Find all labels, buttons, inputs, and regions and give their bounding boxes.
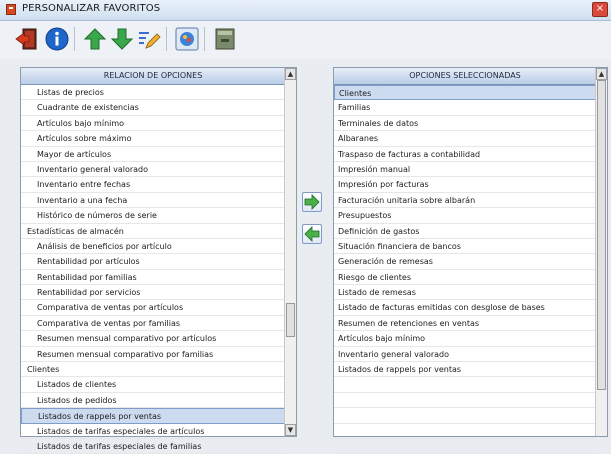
paint-settings-icon: [175, 27, 199, 51]
options-list-panel: RELACION DE OPCIONES Listas de precios Cu…: [20, 67, 297, 454]
list-item[interactable]: Estadísticas de almacén: [21, 224, 285, 239]
options-list-scrollbar[interactable]: ▲ ▼: [284, 68, 296, 436]
list-item[interactable]: Artículos bajo mínimo: [21, 116, 285, 132]
toolbar-separator: [166, 27, 167, 51]
list-item[interactable]: Artículos sobre máximo: [21, 131, 285, 147]
list-item[interactable]: Familias: [334, 100, 596, 116]
toolbar-separator: [74, 27, 75, 51]
scroll-down-icon[interactable]: ▼: [285, 424, 296, 436]
info-icon: [45, 27, 69, 51]
list-item[interactable]: Traspaso de facturas a contabilidad: [334, 147, 596, 162]
arrow-up-icon: [83, 28, 107, 50]
scroll-up-icon[interactable]: ▲: [285, 68, 296, 80]
list-item[interactable]: Listados de rappels por ventas: [334, 362, 596, 378]
list-item[interactable]: Situación financiera de bancos: [334, 239, 596, 255]
list-item[interactable]: Rentabilidad por artículos: [21, 254, 285, 270]
list-item[interactable]: Rentabilidad por familias: [21, 270, 285, 286]
info-button[interactable]: [44, 26, 70, 52]
list-item[interactable]: Clientes: [21, 362, 285, 378]
list-item[interactable]: Impresión manual: [334, 162, 596, 178]
list-item[interactable]: [334, 439, 596, 454]
arrow-down-icon: [110, 28, 134, 50]
list-item[interactable]: Terminales de datos: [334, 116, 596, 132]
list-item[interactable]: Comparativa de ventas por artículos: [21, 300, 285, 316]
window-title: PERSONALIZAR FAVORITOS: [22, 3, 161, 14]
arrow-left-icon: [304, 226, 320, 242]
selected-options-list[interactable]: Clientes Familias Terminales de datos Albar…: [334, 85, 596, 454]
selected-options-header: OPCIONES SELECCIONADAS: [334, 68, 596, 85]
arrow-right-icon: [304, 194, 320, 210]
move-down-button[interactable]: [109, 26, 135, 52]
list-item[interactable]: Listados de rappels por ventas: [21, 408, 285, 424]
list-item[interactable]: Comparativa de ventas por familias: [21, 316, 285, 332]
options-list[interactable]: Listas de precios Cuadrante de existencia…: [21, 85, 285, 454]
edit-pencil-icon: [139, 32, 161, 49]
remove-option-button[interactable]: [302, 224, 322, 244]
list-item[interactable]: Listados de pedidos: [21, 393, 285, 409]
list-item[interactable]: Inventario entre fechas: [21, 177, 285, 193]
edit-button[interactable]: [136, 26, 162, 52]
list-item[interactable]: Inventario a una fecha: [21, 193, 285, 209]
appearance-button[interactable]: [174, 26, 200, 52]
list-item[interactable]: Listas de precios: [21, 85, 285, 101]
list-item[interactable]: Listados de tarifas especiales de artícu…: [21, 424, 285, 439]
exit-button[interactable]: [14, 26, 40, 52]
selected-options-panel: OPCIONES SELECCIONADAS Clientes Familias T…: [333, 67, 608, 454]
list-item[interactable]: [334, 424, 596, 439]
list-item[interactable]: Cuadrante de existencias: [21, 100, 285, 116]
list-item[interactable]: [334, 408, 596, 424]
app-icon: [6, 4, 16, 15]
scroll-up-icon[interactable]: ▲: [596, 68, 607, 80]
selected-options-scrollbar[interactable]: ▲: [595, 68, 607, 436]
list-item[interactable]: Listados de clientes: [21, 377, 285, 393]
list-item[interactable]: Mayor de artículos: [21, 147, 285, 162]
list-item[interactable]: Análisis de beneficios por artículo: [21, 239, 285, 255]
toolbar: [0, 21, 611, 59]
list-item[interactable]: Listado de remesas: [334, 285, 596, 301]
list-item[interactable]: Histórico de números de serie: [21, 208, 285, 224]
title-bar: PERSONALIZAR FAVORITOS ×: [0, 0, 611, 21]
add-option-button[interactable]: [302, 192, 322, 212]
list-item[interactable]: Impresión por facturas: [334, 177, 596, 193]
list-item[interactable]: Riesgo de clientes: [334, 270, 596, 286]
list-item[interactable]: Definición de gastos: [334, 224, 596, 239]
list-item[interactable]: Listado de facturas emitidas con desglos…: [334, 300, 596, 316]
list-item[interactable]: Albaranes: [334, 131, 596, 147]
scrollbar-thumb[interactable]: [286, 302, 295, 338]
list-item[interactable]: Clientes: [334, 85, 596, 101]
list-item[interactable]: Artículos bajo mínimo: [334, 331, 596, 347]
toolbar-separator: [204, 27, 205, 51]
list-item[interactable]: [334, 377, 596, 393]
list-item[interactable]: Generación de remesas: [334, 254, 596, 270]
list-item[interactable]: Inventario general valorado: [334, 347, 596, 363]
move-up-button[interactable]: [82, 26, 108, 52]
options-list-header: RELACION DE OPCIONES: [21, 68, 285, 85]
list-item[interactable]: Rentabilidad por servicios: [21, 285, 285, 301]
list-item[interactable]: Facturación unitaria sobre albarán: [334, 193, 596, 209]
list-item[interactable]: Resumen mensual comparativo por familias: [21, 347, 285, 363]
archive-button[interactable]: [212, 26, 238, 52]
archive-icon: [215, 28, 235, 50]
list-item[interactable]: Listados de tarifas especiales de famili…: [21, 439, 285, 454]
close-button[interactable]: ×: [592, 2, 608, 17]
list-item[interactable]: Inventario general valorado: [21, 162, 285, 178]
exit-door-icon: [15, 28, 37, 50]
list-item[interactable]: Resumen de retenciones en ventas: [334, 316, 596, 332]
list-item[interactable]: Resumen mensual comparativo por artículo…: [21, 331, 285, 347]
scrollbar-thumb[interactable]: [597, 80, 606, 390]
list-item[interactable]: [334, 393, 596, 409]
list-item[interactable]: Presupuestos: [334, 208, 596, 224]
